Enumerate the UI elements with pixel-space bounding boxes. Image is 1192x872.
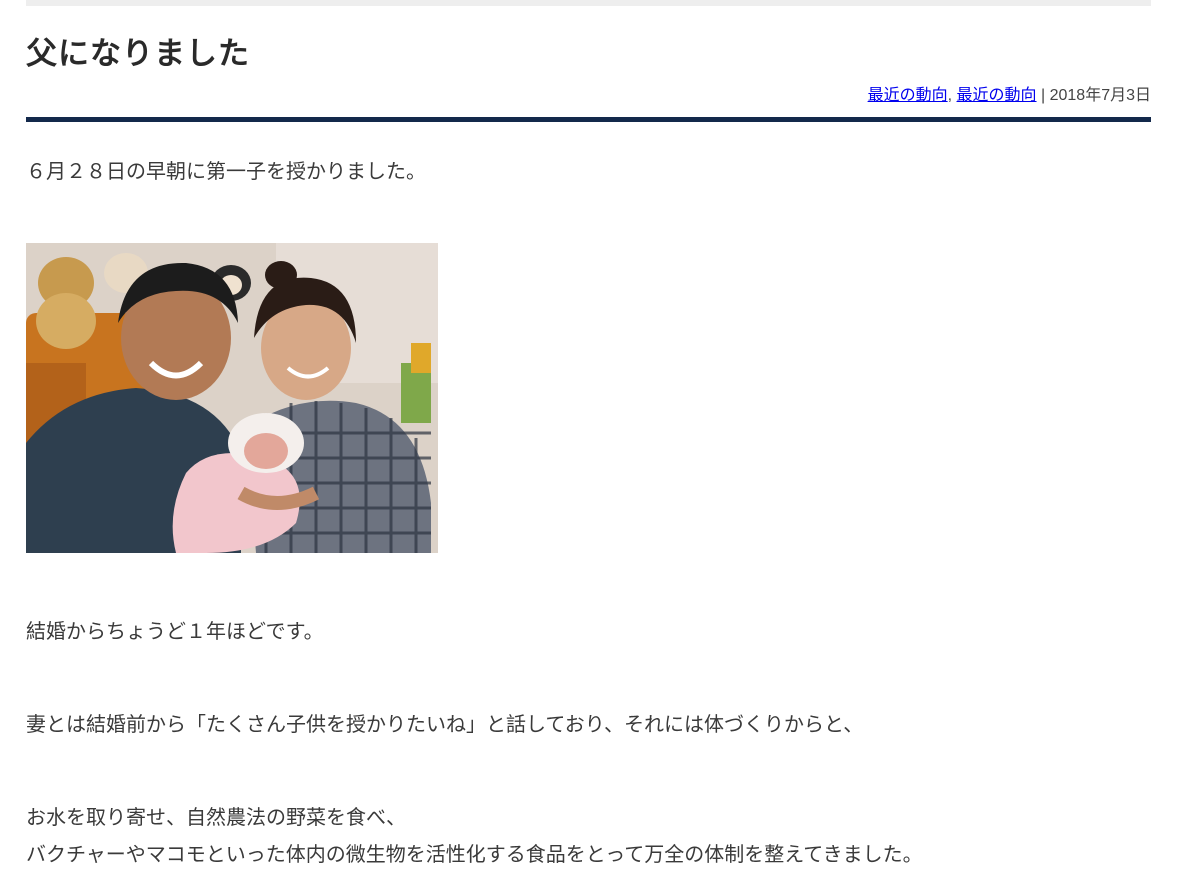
paragraph-marriage: 結婚からちょうど１年ほどです。 bbox=[26, 619, 324, 643]
paragraph-birth: ６月２８日の早朝に第一子を授かりました。 bbox=[26, 159, 426, 183]
post-meta: 最近の動向, 最近の動向 | 2018年7月3日 bbox=[868, 84, 1151, 108]
category-link-2[interactable]: 最近の動向 bbox=[957, 87, 1037, 104]
family-photo[interactable] bbox=[26, 243, 438, 553]
category-link-1[interactable]: 最近の動向 bbox=[868, 87, 948, 104]
title-divider bbox=[26, 117, 1151, 122]
paragraph-water-line-2: バクチャーやマコモといった体内の微生物を活性化する食品をとって万全の体制を整えて… bbox=[26, 842, 923, 866]
paragraph-wife: 妻とは結婚前から「たくさん子供を授かりたいね」と話しており、それには体づくりから… bbox=[26, 712, 864, 736]
meta-comma: , bbox=[947, 87, 953, 104]
family-photo-illustration bbox=[26, 243, 438, 553]
post-date: 2018年7月3日 bbox=[1049, 87, 1151, 104]
meta-separator: | bbox=[1040, 87, 1046, 104]
post-title: 父になりました bbox=[26, 36, 250, 72]
paragraph-water-line-1: お水を取り寄せ、自然農法の野菜を食べ、 bbox=[26, 805, 406, 829]
top-bar bbox=[26, 0, 1151, 6]
